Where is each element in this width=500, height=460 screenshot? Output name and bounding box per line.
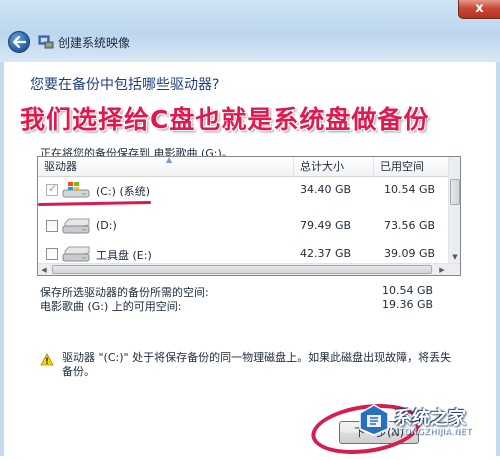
- drive-checkbox[interactable]: [46, 248, 58, 260]
- list-header: ▲ 驱动器 总计大小 已用空间: [38, 157, 450, 177]
- hard-drive-icon: [62, 218, 90, 234]
- drive-total-size: 42.37 GB: [300, 247, 352, 260]
- close-button[interactable]: x: [458, 0, 500, 19]
- table-row[interactable]: ✓ (C:) (系统) 34.40 GB 10.54 GB: [38, 177, 450, 203]
- scroll-down-icon[interactable]: ▼: [449, 251, 460, 263]
- warning-icon: [40, 353, 54, 366]
- back-arrow-icon: [12, 36, 26, 48]
- vertical-scroll-thumb[interactable]: [450, 179, 460, 205]
- drive-name: (C:) (系统): [96, 185, 151, 198]
- watermark-url: XITONGZHIJIA.NET: [390, 427, 472, 436]
- drive-used-space: 10.54 GB: [384, 183, 436, 196]
- scroll-left-icon[interactable]: ◀: [38, 264, 50, 275]
- scroll-right-icon[interactable]: ▶: [436, 264, 448, 275]
- column-header-drive[interactable]: 驱动器: [38, 157, 294, 177]
- warning-text: 驱动器 "(C:)" 处于将保存备份的同一物理磁盘上。如果此磁盘出现故障，将丢失…: [62, 351, 452, 378]
- horizontal-scroll-thumb[interactable]: [52, 265, 432, 274]
- vertical-scrollbar[interactable]: ▲ ▼: [448, 157, 460, 263]
- drive-total-size: 79.49 GB: [300, 219, 352, 232]
- drive-checkbox[interactable]: [46, 220, 58, 232]
- available-space-value: 19.36 GB: [382, 298, 434, 311]
- backup-icon: [38, 35, 54, 49]
- watermark-logo-icon: [359, 404, 389, 436]
- annotation-underline: [38, 201, 152, 206]
- table-row[interactable]: (D:) 79.49 GB 73.56 GB: [38, 213, 450, 239]
- window-title: 创建系统映像: [58, 36, 131, 50]
- window-title-band: [0, 0, 500, 62]
- drive-total-size: 34.40 GB: [300, 183, 352, 196]
- windows-drive-icon: [62, 182, 90, 198]
- drive-name: 工具盘 (E:): [96, 249, 152, 262]
- drive-used-space: 39.09 GB: [384, 247, 436, 260]
- drive-name: (D:): [96, 219, 117, 232]
- drive-checkbox[interactable]: ✓: [46, 182, 58, 196]
- back-button[interactable]: [8, 31, 30, 53]
- available-space-label: 电影歌曲 (G:) 上的可用空间:: [40, 300, 182, 313]
- drive-list: ▲ 驱动器 总计大小 已用空间 ✓ (C:) (系统) 34.40 GB 10.…: [37, 156, 461, 276]
- hard-drive-icon: [62, 246, 90, 262]
- required-space-value: 10.54 GB: [382, 284, 434, 297]
- horizontal-scrollbar[interactable]: ◀ ▶: [38, 263, 460, 275]
- page-heading: 您要在备份中包括哪些驱动器?: [30, 77, 220, 93]
- column-header-total-size[interactable]: 总计大小: [294, 157, 374, 177]
- check-icon: ✓: [48, 182, 58, 195]
- annotation-caption: 我们选择给C盘也就是系统盘做备份: [20, 105, 430, 134]
- column-header-used-space[interactable]: 已用空间: [374, 157, 450, 177]
- drive-used-space: 73.56 GB: [384, 219, 436, 232]
